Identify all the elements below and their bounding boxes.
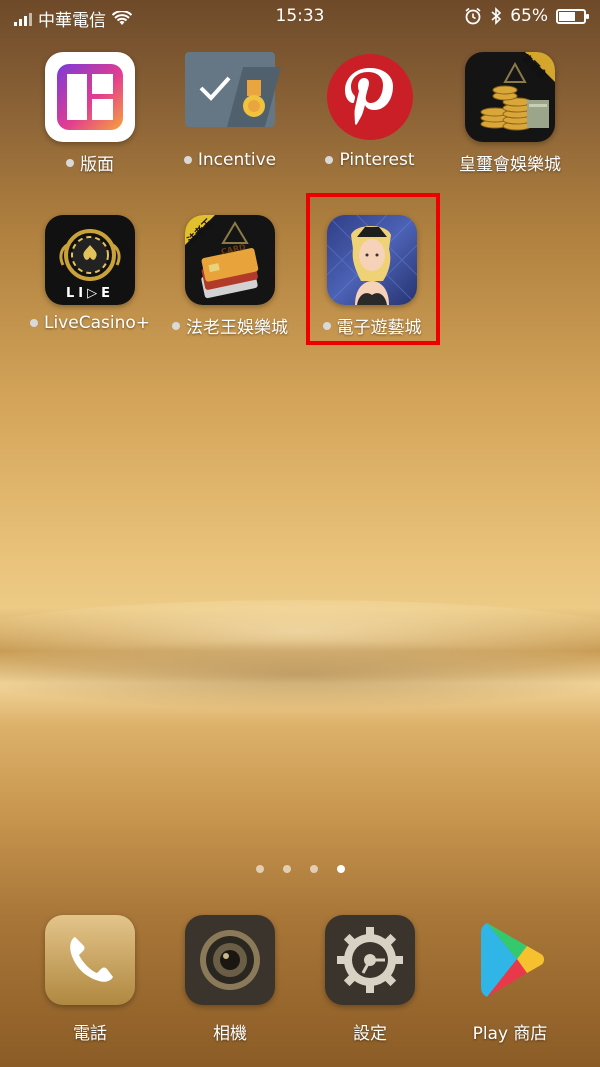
dock-play-store[interactable]: Play 商店 (435, 915, 585, 1044)
page-dot[interactable] (336, 865, 345, 873)
incentive-app-icon (185, 52, 282, 142)
layout-app-icon (45, 52, 135, 142)
dock-label: 相機 (213, 1024, 247, 1044)
live-logo-text: LI▷E (66, 286, 114, 301)
app-label: 版面 (80, 155, 114, 175)
app-pinterest[interactable]: Pinterest (295, 52, 445, 170)
page-dot[interactable] (309, 865, 318, 873)
new-app-dot (325, 156, 334, 164)
app-label: 法老王娛樂城 (186, 318, 288, 338)
page-indicator[interactable] (0, 865, 600, 873)
bluetooth-icon (491, 7, 502, 25)
new-app-dot (172, 321, 180, 330)
live-casino-app-icon: LI▷E (45, 215, 135, 305)
casino-coins-app-icon: 皇璽會 (465, 52, 555, 142)
battery-icon (556, 8, 589, 24)
app-live-casino[interactable]: LI▷E LiveCasino+ (15, 215, 165, 333)
alarm-icon (465, 7, 481, 25)
pinterest-app-icon (325, 52, 415, 142)
new-app-dot (29, 319, 38, 327)
app-label: Pinterest (339, 150, 415, 170)
new-app-dot (66, 158, 74, 167)
app-label: Incentive (197, 150, 277, 170)
app-layout[interactable]: 版面 (15, 52, 165, 175)
app-incentive[interactable]: Incentive (155, 52, 305, 170)
dock-label: Play 商店 (472, 1024, 548, 1044)
phone-icon (45, 915, 135, 1005)
dock-phone[interactable]: 電話 (15, 915, 165, 1044)
selection-highlight-box (306, 193, 440, 345)
dock-camera[interactable]: 相機 (155, 915, 305, 1044)
app-pharaoh-casino[interactable]: 法老王 CARD 法老王娛樂城 (155, 215, 305, 338)
dock-label: 設定 (353, 1024, 387, 1044)
pharaoh-casino-app-icon: 法老王 CARD (185, 215, 275, 305)
camera-icon (185, 915, 275, 1005)
status-bar: 中華電信 15:33 65% (0, 0, 600, 32)
page-dot[interactable] (282, 865, 291, 873)
settings-gear-icon (325, 915, 415, 1005)
app-royal-casino[interactable]: 皇璽會 皇璽會娛樂城 (435, 52, 585, 175)
dock-settings[interactable]: 設定 (295, 915, 445, 1044)
page-dot[interactable] (255, 865, 264, 873)
app-label: LiveCasino+ (43, 313, 150, 333)
play-store-icon (465, 915, 555, 1005)
battery-percent: 65% (510, 6, 548, 26)
app-label: 皇璽會娛樂城 (459, 155, 561, 175)
new-app-dot (183, 156, 192, 164)
dock-label: 電話 (73, 1024, 107, 1044)
